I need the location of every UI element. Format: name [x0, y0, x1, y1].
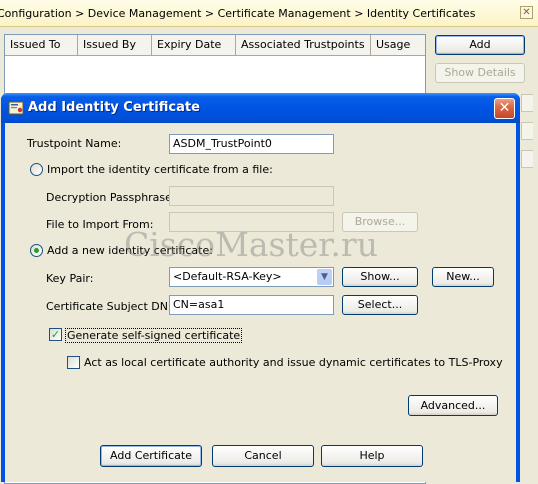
add-button[interactable]: Add: [435, 35, 525, 55]
table-header: Issued To Issued By Expiry Date Associat…: [5, 35, 425, 56]
advanced-button[interactable]: Advanced...: [408, 395, 498, 416]
close-icon[interactable]: ✕: [494, 98, 515, 119]
keypair-select[interactable]: <Default-RSA-Key> ▼: [169, 267, 334, 287]
browse-button[interactable]: Browse...: [342, 212, 418, 232]
hidden-button-edge: [521, 94, 533, 112]
chevron-down-icon[interactable]: ▼: [317, 269, 332, 285]
add-new-radio[interactable]: [30, 244, 43, 257]
column-issued-by[interactable]: Issued By: [78, 35, 152, 55]
trustpoint-name-field[interactable]: ASDM_TrustPoint0: [169, 134, 334, 154]
column-expiry-date[interactable]: Expiry Date: [152, 35, 236, 55]
hidden-button-edge: [521, 150, 533, 168]
file-import-label: File to Import From:: [46, 218, 154, 231]
dialog-body: Trustpoint Name: ASDM_TrustPoint0 Import…: [5, 123, 516, 482]
keypair-label: Key Pair:: [46, 272, 94, 285]
passphrase-label: Decryption Passphrase:: [46, 191, 176, 204]
subject-dn-field[interactable]: CN=asa1: [169, 295, 334, 315]
column-associated-trustpoints[interactable]: Associated Trustpoints: [236, 35, 371, 55]
self-signed-label: Generate self-signed certificate: [65, 328, 243, 343]
subject-dn-label: Certificate Subject DN:: [46, 300, 172, 313]
self-signed-checkbox[interactable]: ✓: [49, 328, 62, 341]
cancel-button[interactable]: Cancel: [212, 445, 314, 467]
add-new-radio-label: Add a new identity certificate:: [47, 244, 213, 257]
hidden-button-edge: [521, 122, 533, 140]
import-radio-label: Import the identity certificate from a f…: [47, 163, 273, 176]
trustpoint-label: Trustpoint Name:: [27, 137, 122, 150]
help-button[interactable]: Help: [321, 445, 423, 467]
import-radio[interactable]: [30, 163, 43, 176]
select-subject-button[interactable]: Select...: [342, 295, 418, 315]
keypair-selected-value: <Default-RSA-Key>: [173, 270, 282, 283]
local-ca-label: Act as local certificate authority and i…: [84, 356, 503, 369]
breadcrumb-text: Configuration > Device Management > Cert…: [0, 7, 476, 20]
column-usage[interactable]: Usage: [371, 35, 425, 55]
add-certificate-button[interactable]: Add Certificate: [100, 445, 202, 467]
breadcrumb: Configuration > Device Management > Cert…: [0, 0, 538, 27]
dialog-titlebar[interactable]: Add Identity Certificate ✕: [1, 93, 520, 123]
local-ca-checkbox[interactable]: [67, 356, 80, 369]
add-identity-certificate-dialog: Add Identity Certificate ✕ Trustpoint Na…: [1, 93, 520, 482]
new-keypair-button[interactable]: New...: [432, 267, 494, 287]
certificate-icon: [8, 101, 24, 115]
close-icon[interactable]: ✕: [520, 6, 533, 19]
show-details-button[interactable]: Show Details: [435, 63, 525, 83]
passphrase-field[interactable]: [169, 186, 334, 206]
column-issued-to[interactable]: Issued To: [5, 35, 78, 55]
show-keypair-button[interactable]: Show...: [342, 267, 418, 287]
file-import-field[interactable]: [169, 212, 334, 232]
dialog-title: Add Identity Certificate: [28, 100, 200, 115]
